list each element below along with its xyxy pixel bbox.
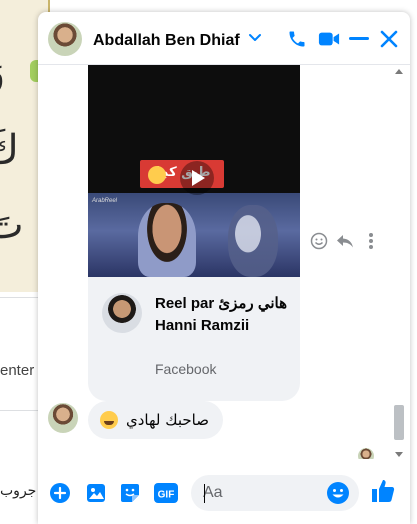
message-composer: GIF: [38, 459, 410, 524]
react-smiley-icon[interactable]: [310, 232, 328, 250]
reel-source: Facebook: [155, 361, 217, 377]
play-icon: [192, 170, 205, 186]
emoji-icon[interactable]: [326, 481, 350, 505]
reply-icon[interactable]: [336, 232, 354, 250]
quran-glyph-1: وَ: [0, 52, 5, 92]
scroll-up-arrow-icon[interactable]: [395, 69, 403, 74]
message-list[interactable]: ArabReel طبق كمِا Reel par هاني رمزئ Han…: [38, 65, 410, 464]
video-watermark: ArabReel: [92, 198, 118, 204]
message-input-wrapper: [191, 475, 359, 511]
message-bubble[interactable]: صاحبك لهادي: [88, 401, 223, 439]
svg-text:GIF: GIF: [158, 490, 175, 501]
scrollbar[interactable]: [394, 65, 408, 459]
photo-icon[interactable]: [84, 481, 108, 505]
chevron-down-icon[interactable]: [248, 30, 262, 44]
scrollbar-thumb[interactable]: [394, 405, 404, 440]
reel-info[interactable]: Reel par هاني رمزئ Hanni Ramzii Facebook: [88, 277, 300, 401]
laughing-emoji-icon: [148, 166, 166, 184]
contact-avatar[interactable]: [48, 403, 78, 433]
more-options-icon[interactable]: [362, 232, 380, 250]
reel-author-avatar: [102, 293, 142, 333]
chat-header: Abdallah Ben Dhiaf: [38, 12, 410, 65]
shared-reel-card[interactable]: ArabReel طبق كمِا Reel par هاني رمزئ Han…: [88, 65, 300, 401]
video-person: [138, 203, 196, 277]
message-text: صاحبك لهادي: [126, 411, 209, 429]
plus-icon[interactable]: [48, 481, 72, 505]
chat-window: Abdallah Ben Dhiaf ArabReel طبق كمِا Ree…: [38, 12, 410, 524]
sticker-icon[interactable]: [118, 481, 142, 505]
rofl-emoji-icon: [100, 411, 118, 429]
divider: [0, 297, 40, 298]
close-icon[interactable]: [378, 28, 400, 50]
message-actions: [310, 232, 384, 250]
quran-glyph-3: تَ: [0, 205, 24, 245]
divider: [0, 410, 40, 411]
video-camera-icon[interactable]: [318, 28, 340, 50]
scroll-down-arrow-icon[interactable]: [395, 452, 403, 457]
text-caret: [204, 484, 205, 503]
like-icon[interactable]: [369, 477, 397, 505]
partial-arabic-text: جروب: [0, 483, 37, 499]
play-button[interactable]: [180, 161, 214, 195]
minimize-icon[interactable]: [348, 28, 370, 50]
phone-icon[interactable]: [286, 28, 308, 50]
reel-video-thumbnail[interactable]: ArabReel طبق كمِا: [88, 65, 300, 277]
message-row: صاحبك لهادي: [48, 401, 298, 441]
contact-avatar[interactable]: [48, 22, 82, 56]
contact-name[interactable]: Abdallah Ben Dhiaf: [93, 32, 240, 50]
message-input[interactable]: [203, 475, 323, 511]
gif-icon[interactable]: GIF: [154, 481, 178, 505]
quran-glyph-2: كَ: [0, 130, 19, 170]
video-person: [228, 205, 278, 277]
partial-text: enter: [0, 362, 35, 379]
reel-title[interactable]: Reel par هاني رمزئ Hanni Ramzii: [155, 293, 295, 337]
